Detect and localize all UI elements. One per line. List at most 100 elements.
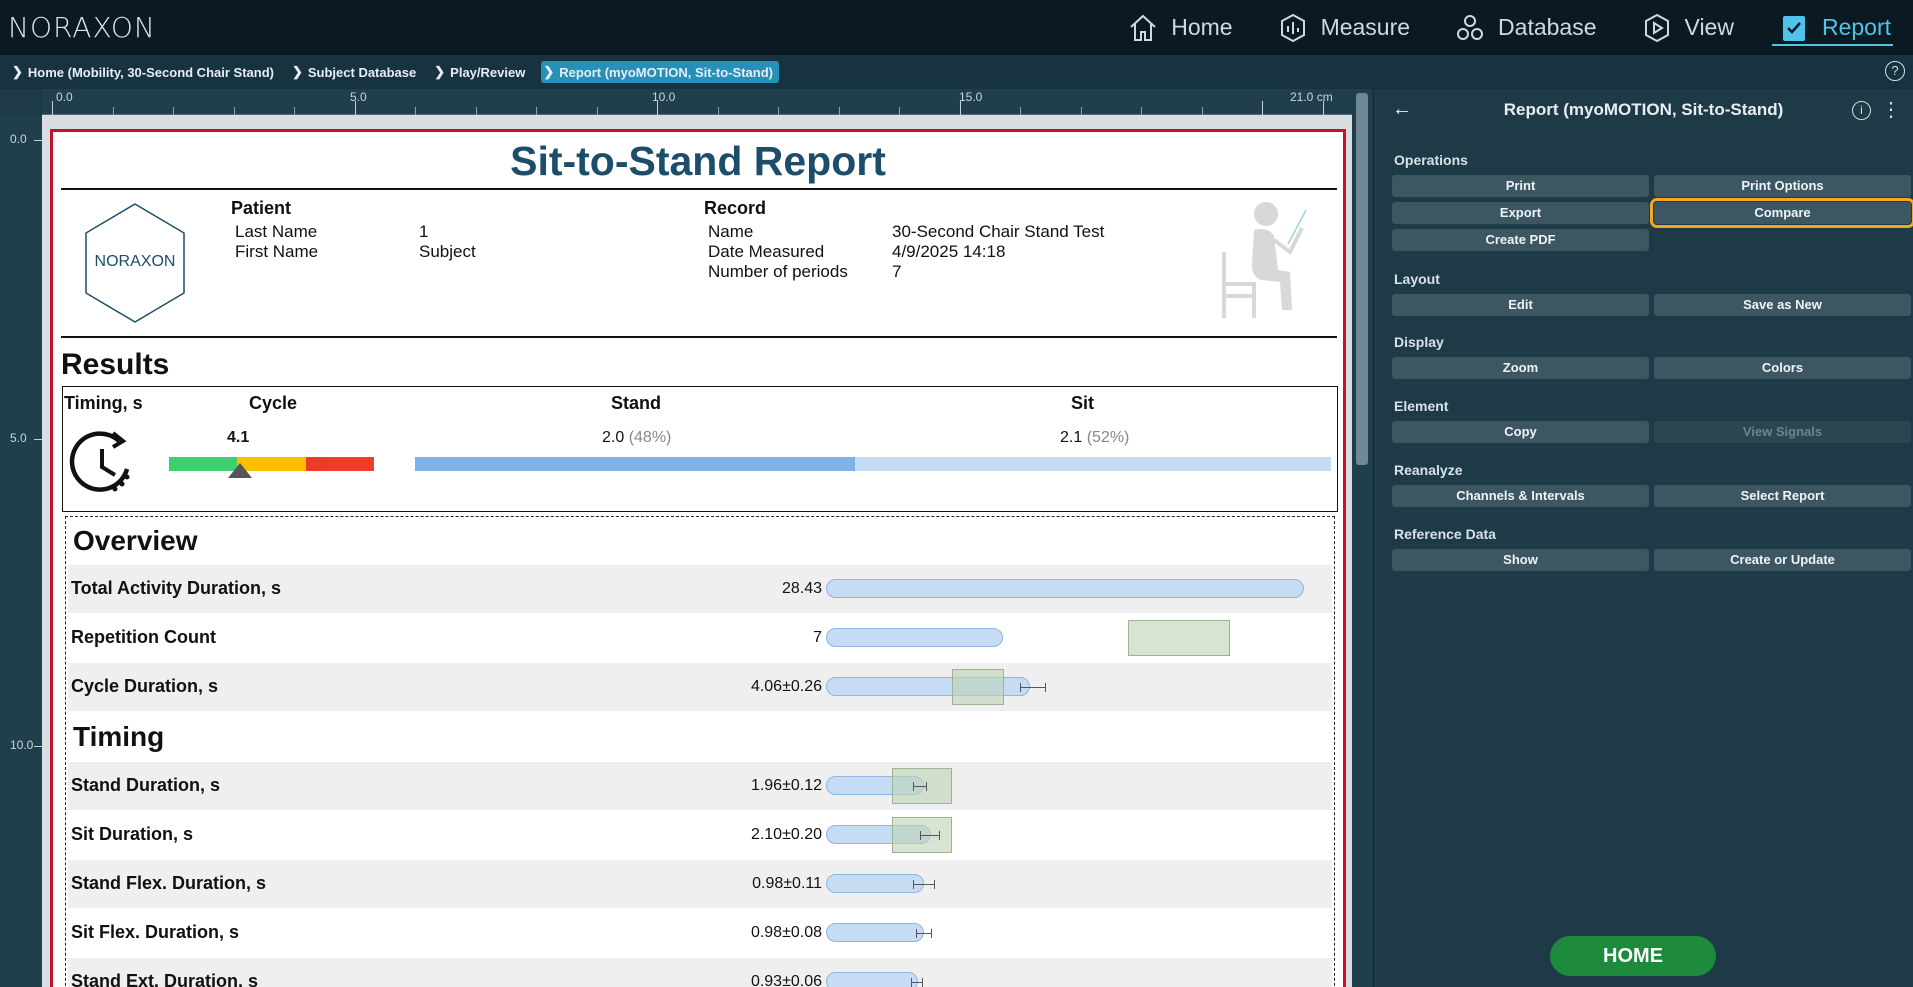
stand-phase-segment — [415, 457, 855, 471]
metric-label: Sit Flex. Duration, s — [71, 922, 240, 942]
more-options-icon[interactable]: ⋮ — [1881, 97, 1901, 122]
create-update-reference-button[interactable]: Create or Update — [1654, 549, 1911, 571]
ruler-label: 10.0 — [652, 90, 676, 104]
cycle-heading: Cycle — [249, 393, 298, 413]
results-heading: Results — [61, 348, 170, 381]
measure-icon — [1280, 13, 1305, 42]
ruler-tick — [34, 140, 42, 141]
section-reference-data: Reference Data — [1394, 526, 1496, 542]
metric-bar — [826, 923, 924, 942]
channels-intervals-button[interactable]: Channels & Intervals — [1392, 485, 1649, 507]
metric-bar — [826, 874, 924, 893]
metric-label: Repetition Count — [71, 627, 216, 647]
breadcrumb-report[interactable]: ❯ Report (myoMOTION, Sit-to-Stand) — [541, 61, 779, 83]
create-pdf-button[interactable]: Create PDF — [1392, 229, 1649, 251]
ruler-tick — [52, 101, 53, 115]
show-reference-button[interactable]: Show — [1392, 549, 1649, 571]
nav-measure-label: Measure — [1320, 14, 1411, 40]
ruler-tick — [596, 107, 598, 115]
record-name-value: 30-Second Chair Stand Test — [892, 222, 1105, 241]
metric-bar — [826, 628, 1003, 647]
ruler-tick — [717, 107, 719, 115]
ruler-tick — [354, 101, 356, 115]
nav-report[interactable]: Report — [1756, 0, 1913, 55]
stand-sit-phase-bar — [415, 457, 1331, 471]
report-page: Sit-to-Stand Report NORAXON Patient Last… — [50, 129, 1346, 987]
scale-red — [305, 457, 374, 471]
ruler-tick — [475, 107, 477, 115]
metrics-section: Overview Total Activity Duration, s 28.4… — [65, 516, 1335, 987]
patient-last-name-value: 1 — [419, 222, 429, 241]
ruler-label: 21.0 cm — [1290, 90, 1333, 104]
breadcrumb-play-review[interactable]: ❯ Play/Review — [432, 61, 531, 83]
info-icon[interactable]: i — [1852, 101, 1871, 120]
sit-value-number: 2.1 — [1060, 429, 1083, 446]
colors-button[interactable]: Colors — [1654, 357, 1911, 379]
main-nav: Home Measure Database View Report — [1105, 0, 1913, 55]
record-date-label: Date Measured — [708, 242, 825, 261]
ruler-tick — [657, 101, 658, 115]
edit-button[interactable]: Edit — [1392, 294, 1649, 316]
patient-first-name-label: First Name — [235, 242, 319, 261]
breadcrumb-label: Play/Review — [450, 64, 526, 80]
metric-label: Sit Duration, s — [71, 824, 194, 844]
cycle-value: 4.1 — [227, 429, 250, 446]
export-button[interactable]: Export — [1392, 202, 1649, 224]
reference-range — [1128, 620, 1230, 656]
metric-value: 1.96±0.12 — [750, 777, 822, 794]
ruler-tick — [838, 107, 840, 115]
error-bar — [916, 929, 932, 938]
chevron-right-icon: ❯ — [12, 64, 23, 79]
select-report-button[interactable]: Select Report — [1654, 485, 1911, 507]
stand-value: 2.0 (48%) — [602, 429, 671, 447]
metric-row: Stand Duration, s 1.96±0.12 — [68, 762, 1332, 810]
zoom-button[interactable]: Zoom — [1392, 357, 1649, 379]
scrollbar-thumb[interactable] — [1356, 93, 1368, 465]
ruler-tick — [112, 107, 114, 115]
print-options-button[interactable]: Print Options — [1654, 175, 1911, 197]
help-icon[interactable]: ? — [1885, 61, 1905, 81]
overview-heading: Overview — [73, 525, 198, 556]
copy-button[interactable]: Copy — [1392, 421, 1649, 443]
metric-value: 4.06±0.26 — [750, 678, 822, 695]
patient-last-name-label: Last Name — [235, 222, 318, 241]
metric-value: 0.98±0.11 — [752, 875, 822, 892]
section-display: Display — [1394, 334, 1444, 350]
ruler-tick — [959, 101, 961, 115]
report-scrollbar[interactable] — [1352, 89, 1372, 987]
save-as-new-button[interactable]: Save as New — [1654, 294, 1911, 316]
compare-button[interactable]: Compare — [1650, 198, 1913, 228]
breadcrumb-subject-database[interactable]: ❯ Subject Database — [290, 61, 422, 83]
ruler-label: 5.0 — [10, 431, 27, 445]
breadcrumb-home[interactable]: ❯ Home (Mobility, 30-Second Chair Stand) — [10, 61, 280, 83]
patient-first-name-value: Subject — [419, 242, 476, 261]
home-button[interactable]: HOME — [1550, 936, 1716, 976]
ruler-tick — [778, 107, 779, 115]
section-element: Element — [1394, 398, 1449, 414]
ruler-tick — [294, 107, 295, 115]
nav-database[interactable]: Database — [1432, 0, 1618, 55]
nav-home[interactable]: Home — [1105, 0, 1254, 55]
metric-label: Cycle Duration, s — [71, 676, 219, 696]
timing-label: Timing, s — [64, 393, 143, 413]
ruler-label: 10.0 — [10, 738, 34, 752]
panel-title: Report (myoMOTION, Sit-to-Stand) — [1503, 100, 1784, 119]
nav-measure[interactable]: Measure — [1255, 0, 1432, 55]
ruler-tick — [1141, 107, 1142, 115]
nav-view[interactable]: View — [1619, 0, 1756, 55]
stand-value-pct: (48%) — [628, 429, 672, 446]
error-bar — [920, 831, 940, 840]
report-title: Sit-to-Stand Report — [510, 138, 886, 184]
metric-label: Stand Duration, s — [71, 775, 221, 795]
ruler-label: 0.0 — [10, 132, 27, 146]
nav-view-label: View — [1684, 14, 1734, 40]
ruler-tick — [536, 107, 537, 115]
chevron-right-icon: ❯ — [291, 64, 303, 79]
record-heading: Record — [704, 198, 767, 218]
print-button[interactable]: Print — [1392, 175, 1649, 197]
error-bar — [1020, 683, 1046, 692]
metric-row: Sit Duration, s 2.10±0.20 — [68, 811, 1332, 859]
chevron-right-icon: ❯ — [434, 64, 446, 79]
metric-label: Stand Ext. Duration, s — [71, 971, 259, 987]
sit-phase-segment — [854, 457, 1331, 471]
